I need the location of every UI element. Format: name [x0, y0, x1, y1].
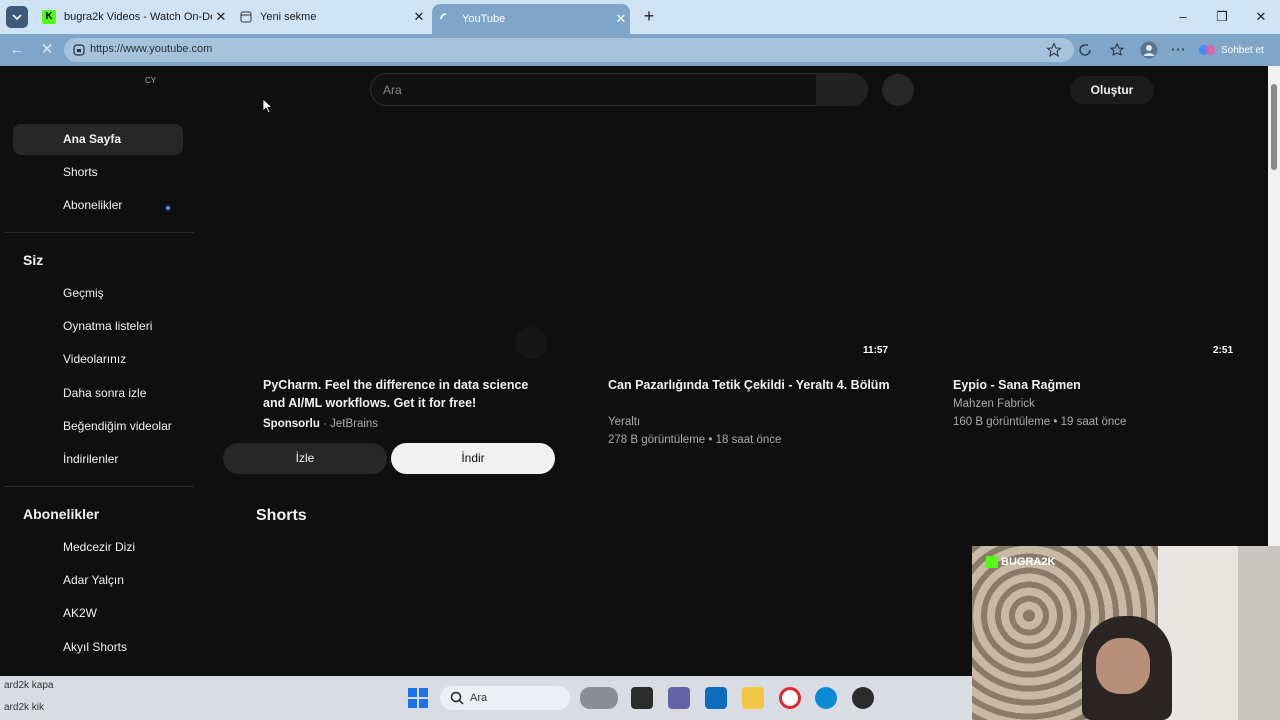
shorts-section-heading: Shorts [256, 507, 307, 524]
tab-new-tab[interactable]: Yeni sekme ✕ [232, 4, 428, 30]
back-arrow-icon[interactable]: ← [8, 41, 26, 59]
sidebar-item-shorts[interactable]: Shorts [13, 157, 183, 188]
sidebar-item-channel[interactable]: Akyıl Shorts [13, 632, 183, 663]
ad-meta: Sponsorlu · JetBrains [263, 418, 378, 430]
refresh-extension-icon[interactable] [1077, 42, 1093, 58]
kick-icon: K [42, 10, 56, 24]
video-duration: 2:51 [1213, 345, 1234, 356]
tab-title: Yeni sekme [260, 11, 317, 23]
sidebar-item-liked-videos[interactable]: Beğendiğim videolar [13, 411, 183, 442]
channel-name[interactable]: Mahzen Fabrick [953, 398, 1035, 410]
webcam-background [1238, 546, 1280, 720]
widgets-icon[interactable] [580, 687, 618, 709]
search-button[interactable] [816, 73, 868, 106]
close-icon[interactable]: ✕ [612, 11, 630, 27]
task-view-icon[interactable] [631, 687, 653, 709]
app-icon[interactable] [852, 687, 874, 709]
mouse-cursor-icon [262, 98, 274, 114]
chevron-down-icon [12, 14, 22, 21]
search-icon [450, 691, 464, 705]
advertiser-name: · JetBrains [323, 418, 379, 430]
sidebar-item-channel[interactable]: Medcezir Dizi [13, 532, 183, 563]
close-icon[interactable]: ✕ [212, 9, 230, 25]
store-icon[interactable] [705, 687, 727, 709]
stream-logo: BUGRA2K [986, 556, 1055, 568]
search-input[interactable]: Ara [370, 73, 818, 106]
file-explorer-icon[interactable] [742, 687, 764, 709]
install-button[interactable]: İndir [391, 443, 555, 474]
video-duration: 11:57 [863, 345, 889, 356]
sidebar-heading-you[interactable]: Siz [23, 252, 43, 268]
tab-bugra2k[interactable]: K bugra2k Videos - Watch On-Deman ✕ [34, 4, 230, 30]
sidebar-item-subscriptions[interactable]: Abonelikler [13, 190, 183, 221]
taskbar-search-label: Ara [470, 692, 488, 704]
logo-text: BUGRA2K [1001, 556, 1056, 568]
taskbar-search[interactable]: Ara [440, 686, 570, 710]
windows-start-icon[interactable] [408, 688, 428, 708]
search-placeholder: Ara [383, 83, 402, 97]
windows-taskbar: ard2k kapa ard2k kik Ara [0, 676, 972, 720]
channel-name[interactable]: Yeraltı [608, 416, 640, 428]
sidebar-divider [4, 232, 194, 233]
taskbar-notification: ard2k kapa [4, 680, 54, 691]
country-code: CY [145, 76, 157, 85]
video-meta: 160 B görüntüleme • 19 saat önce [953, 416, 1127, 428]
address-bar[interactable]: https://www.youtube.com [64, 38, 1074, 62]
browser-toolbar: ← ✕ https://www.youtube.com ⋯ Sohbet et [0, 34, 1280, 66]
favorite-star-icon[interactable] [1046, 42, 1062, 58]
video-title[interactable]: Can Pazarlığında Tetik Çekildi - Yeraltı… [608, 376, 898, 394]
restore-icon[interactable]: ❐ [1213, 8, 1231, 26]
new-content-dot [166, 206, 170, 210]
voice-search-button[interactable] [882, 74, 914, 106]
create-button[interactable]: Oluştur [1070, 76, 1154, 104]
sidebar-item-your-videos[interactable]: Videolarınız [13, 344, 183, 375]
opera-icon[interactable] [779, 687, 801, 709]
sidebar-item-channel[interactable]: Adar Yalçın [13, 565, 183, 596]
more-options-icon[interactable]: ⋯ [1169, 41, 1187, 59]
sidebar-item-watch-later[interactable]: Daha sonra izle [13, 378, 183, 409]
video-meta: 278 B görüntüleme • 18 saat önce [608, 434, 782, 446]
sidebar-divider [4, 486, 194, 487]
favorites-icon[interactable] [1110, 42, 1126, 58]
taskbar-notification: ard2k kik [4, 702, 45, 713]
tab-actions-menu[interactable] [6, 6, 28, 28]
new-tab-button[interactable]: + [640, 6, 658, 26]
sidebar-item-playlists[interactable]: Oynatma listeleri [13, 311, 183, 342]
newtab-icon [240, 11, 252, 23]
sidebar-item-downloads[interactable]: İndirilenler [13, 444, 183, 475]
site-info-icon[interactable] [72, 43, 86, 57]
chat-label: Sohbet et [1221, 44, 1264, 56]
sidebar-heading-subscriptions: Abonelikler [23, 506, 100, 522]
teams-icon[interactable] [668, 687, 690, 709]
webcam-overlay: BUGRA2K [972, 546, 1280, 720]
profile-avatar-icon[interactable] [1140, 41, 1158, 59]
minimize-icon[interactable]: – [1174, 8, 1192, 26]
watch-button[interactable]: İzle [223, 443, 387, 474]
close-window-icon[interactable]: ✕ [1252, 8, 1270, 26]
url-text: https://www.youtube.com [90, 43, 213, 55]
sidebar-item-home[interactable]: Ana Sayfa [13, 124, 183, 155]
sidebar-item-channel[interactable]: AK2W [13, 598, 183, 629]
loading-spinner-icon [440, 13, 447, 20]
scrollbar-thumb[interactable] [1271, 84, 1277, 170]
video-title[interactable]: Eypio - Sana Rağmen [953, 376, 1243, 394]
tab-title: bugra2k Videos - Watch On-Deman [64, 11, 212, 23]
browser-tab-bar: K bugra2k Videos - Watch On-Deman ✕ Yeni… [0, 0, 1280, 34]
stop-loading-icon[interactable]: ✕ [38, 41, 56, 59]
streamer-face [1096, 638, 1150, 694]
copilot-chat-button[interactable]: Sohbet et [1198, 40, 1274, 60]
edge-icon[interactable] [815, 687, 837, 709]
close-icon[interactable]: ✕ [410, 9, 428, 25]
sponsored-label: Sponsorlu [263, 418, 320, 430]
tab-title: YouTube [462, 13, 506, 25]
copilot-icon [1199, 45, 1215, 55]
tab-youtube[interactable]: YouTube ✕ [432, 4, 630, 34]
advertiser-avatar[interactable] [515, 327, 547, 359]
ad-title[interactable]: PyCharm. Feel the difference in data sci… [263, 376, 553, 412]
kick-logo-icon [986, 556, 998, 568]
sidebar-item-history[interactable]: Geçmiş [13, 278, 183, 309]
